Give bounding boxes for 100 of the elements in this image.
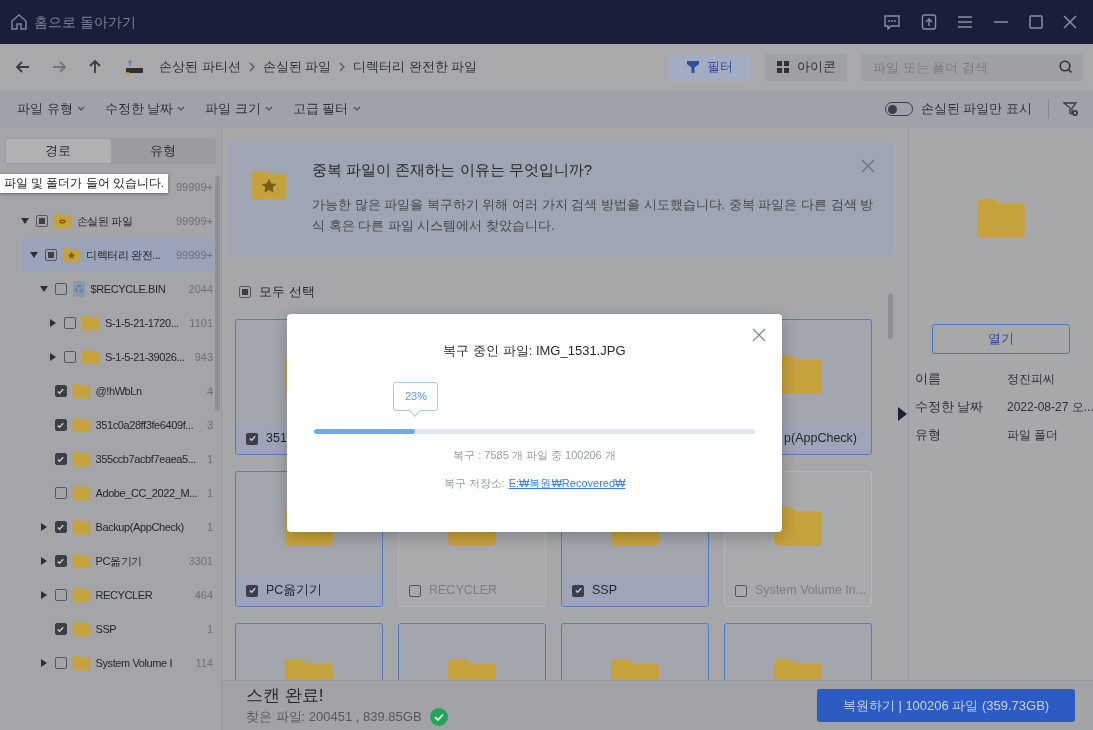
checkbox[interactable]	[45, 249, 57, 261]
toggle-label: 손실된 파일만 표시	[920, 100, 1032, 119]
tree-label: 355ccb7acbf7eaea5...	[95, 451, 196, 467]
sidebar-tab[interactable]: 유형	[110, 139, 215, 163]
checkbox[interactable]	[54, 385, 67, 397]
checkbox[interactable]	[54, 589, 67, 601]
expanded-caret-icon[interactable]	[39, 285, 48, 293]
chevron-right-icon	[338, 62, 347, 72]
folder-name: SSP	[592, 582, 617, 600]
tree-label: PC옮기기	[95, 553, 142, 569]
lost-folder-icon	[52, 213, 72, 229]
tree-label: System Volume I	[95, 655, 173, 671]
folder-icon	[71, 485, 91, 501]
checkbox[interactable]	[246, 584, 258, 597]
property-value: 파일 폴더	[1007, 426, 1060, 444]
filter-button[interactable]: 필터	[669, 53, 751, 81]
tree-label: S-1-5-21-1720...	[105, 315, 179, 331]
collapsed-caret-icon[interactable]	[39, 557, 48, 565]
folder-icon	[71, 519, 91, 535]
close-icon[interactable]	[1063, 15, 1077, 29]
banner-text: 가능한 많은 파일을 복구하기 위해 여러 가지 검색 방법을 시도했습니다. 중복 파일은 다른 검색 방식 혹은 다른 파일 시스템에서 찾았습니다.	[312, 195, 875, 235]
maximize-icon[interactable]	[1029, 15, 1043, 29]
tree-label: RECYCLER	[95, 587, 153, 603]
filter-dropdown[interactable]: 파일 크기	[205, 99, 273, 119]
folder-icon	[975, 196, 1028, 241]
checkbox[interactable]	[54, 555, 67, 567]
sidebar-tab[interactable]: 경로	[6, 139, 111, 163]
tree-label: 손실된 파일	[76, 213, 133, 229]
tree-label: Adobe_CC_2022_M...	[95, 485, 198, 501]
checkbox[interactable]	[54, 283, 67, 295]
checkbox[interactable]	[35, 215, 48, 227]
checkbox[interactable]	[246, 432, 258, 445]
folder-icon	[71, 587, 91, 603]
tree-label: 디렉터리 완전...	[86, 247, 161, 263]
progress-text: 복구 : 7585 개 파일 중 100206 개	[453, 447, 616, 463]
checkbox[interactable]	[409, 584, 421, 597]
folder-name: PC옮기기	[266, 582, 323, 600]
icon-view-button[interactable]: 아이콘	[765, 53, 847, 81]
checkbox[interactable]	[54, 487, 67, 499]
breadcrumb-link[interactable]: 손실된 파일	[255, 57, 339, 77]
clear-filter-icon[interactable]	[1063, 101, 1079, 117]
property-label: 수정한 날짜	[915, 398, 985, 416]
checkbox[interactable]	[572, 584, 584, 597]
check-circle-icon	[429, 707, 448, 726]
collapsed-caret-icon[interactable]	[49, 353, 57, 361]
tree-row[interactable]: 디렉터리 완전... 99999+	[22, 238, 213, 272]
tree-label: $RECYCLE.BIN	[90, 281, 166, 297]
checkbox[interactable]	[64, 351, 76, 363]
expanded-caret-icon[interactable]	[30, 251, 38, 259]
select-all-label: 모두 선택	[259, 283, 315, 301]
grid-icon	[776, 61, 789, 73]
caret-icon	[76, 106, 85, 112]
collapsed-caret-icon[interactable]	[39, 659, 48, 667]
breadcrumb-link[interactable]: 손상된 파티션	[152, 57, 248, 77]
property-value: 정진피씨	[1007, 371, 1056, 388]
collapsed-caret-icon[interactable]	[49, 319, 57, 327]
folder-icon	[71, 621, 91, 637]
collapsed-caret-icon[interactable]	[39, 523, 48, 531]
checkbox[interactable]	[239, 285, 251, 298]
feedback-icon[interactable]	[883, 14, 901, 30]
caret-icon	[352, 106, 361, 112]
filter-dropdown[interactable]: 파일 유형	[17, 99, 85, 119]
checkbox[interactable]	[54, 657, 67, 669]
open-button[interactable]: 열기	[932, 324, 1071, 354]
tree-label: Backup(AppCheck)	[95, 519, 184, 535]
checkbox[interactable]	[54, 623, 67, 635]
tree-label: SSP	[95, 621, 117, 637]
recover-button[interactable]: 복원하기 | 100206 파일 (359.73GB)	[817, 689, 1075, 722]
checkbox[interactable]	[54, 453, 67, 465]
upload-icon[interactable]	[921, 13, 937, 31]
tree-label: 351c0a28ff3fe6409f...	[95, 417, 194, 433]
home-icon	[10, 13, 28, 31]
search-icon[interactable]	[1059, 59, 1073, 74]
folder-icon	[81, 315, 100, 331]
checkbox[interactable]	[735, 584, 747, 597]
filter-dropdown[interactable]: 수정한 날짜	[104, 99, 186, 119]
menu-icon[interactable]	[957, 15, 973, 29]
home-button[interactable]: 홈으로 돌아가기	[10, 11, 136, 33]
scrollbar-thumb[interactable]	[888, 294, 893, 339]
found-files-text: 찾은 파일: 200451 , 839.85GB	[246, 707, 422, 726]
expanded-caret-icon[interactable]	[20, 217, 29, 225]
property-label: 유형	[915, 426, 942, 444]
breadcrumb-link[interactable]: 디렉터리 완전한 파일	[346, 57, 485, 77]
item-count: 99999+	[176, 247, 213, 263]
close-icon[interactable]	[752, 328, 766, 342]
dialog-title: 복구 중인 파일: IMG_1531.JPG	[443, 342, 626, 360]
checkbox[interactable]	[54, 521, 67, 533]
folder-icon	[71, 655, 91, 671]
folder-name: p(AppCheck)	[784, 430, 857, 448]
folder-icon	[81, 349, 100, 365]
checkbox[interactable]	[54, 419, 67, 431]
checkbox[interactable]	[64, 317, 76, 329]
scan-status: 스캔 완료!	[246, 684, 325, 707]
collapsed-caret-icon[interactable]	[39, 591, 48, 599]
filter-icon	[687, 61, 699, 73]
filter-dropdown[interactable]: 고급 필터	[292, 99, 361, 119]
folder-icon	[71, 451, 91, 467]
banner-title: 중복 파일이 존재하는 이유는 무엇입니까?	[312, 160, 592, 180]
folder-name: 351	[266, 430, 287, 448]
chevron-right-icon	[247, 62, 256, 72]
